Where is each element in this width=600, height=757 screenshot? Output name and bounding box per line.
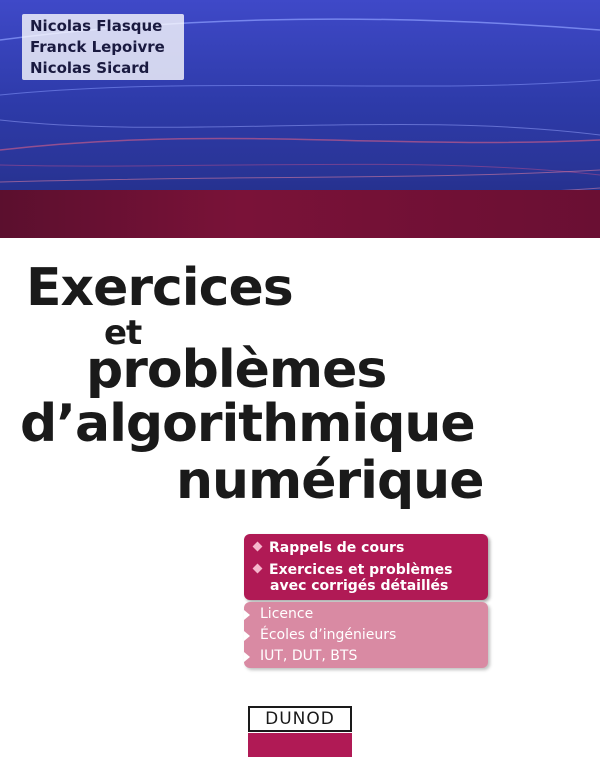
diamond-bullet-icon <box>252 541 263 552</box>
burgundy-band <box>0 190 600 238</box>
author-name: Nicolas Flasque <box>30 17 163 35</box>
authors-box: Nicolas Flasque Franck Lepoivre Nicolas … <box>22 14 184 80</box>
feature-text-continued: avec corrigés détaillés <box>270 578 449 594</box>
levels-box: Licence Écoles d’ingénieurs IUT, DUT, BT… <box>244 602 488 668</box>
arrow-right-icon <box>244 631 250 641</box>
book-cover: Nicolas Flasque Franck Lepoivre Nicolas … <box>0 0 600 757</box>
level-item: Licence <box>260 606 314 622</box>
book-title-line: problèmes <box>86 340 387 400</box>
feature-text: Rappels de cours <box>269 540 405 556</box>
cover-banner: Nicolas Flasque Franck Lepoivre Nicolas … <box>0 0 600 238</box>
publisher-logo: DUNOD <box>248 706 352 757</box>
arrow-right-icon <box>244 610 250 620</box>
arrow-right-icon <box>244 652 250 662</box>
diamond-bullet-icon <box>252 563 263 574</box>
author-name: Franck Lepoivre <box>30 38 165 56</box>
level-item: Écoles d’ingénieurs <box>260 627 397 643</box>
features-box: Rappels de cours Exercices et problèmes … <box>244 534 488 600</box>
book-title-line: Exercices <box>26 258 294 318</box>
book-title-line: numérique <box>176 451 484 511</box>
feature-text: Exercices et problèmes <box>269 562 453 578</box>
feature-item: Rappels de cours <box>252 540 405 556</box>
author-name: Nicolas Sicard <box>30 59 150 77</box>
level-item: IUT, DUT, BTS <box>260 648 358 664</box>
book-title-line: d’algorithmique <box>20 394 476 454</box>
feature-item: Exercices et problèmes avec corrigés dét… <box>252 562 453 594</box>
publisher-logo-bar <box>248 733 352 757</box>
publisher-name: DUNOD <box>248 706 352 732</box>
